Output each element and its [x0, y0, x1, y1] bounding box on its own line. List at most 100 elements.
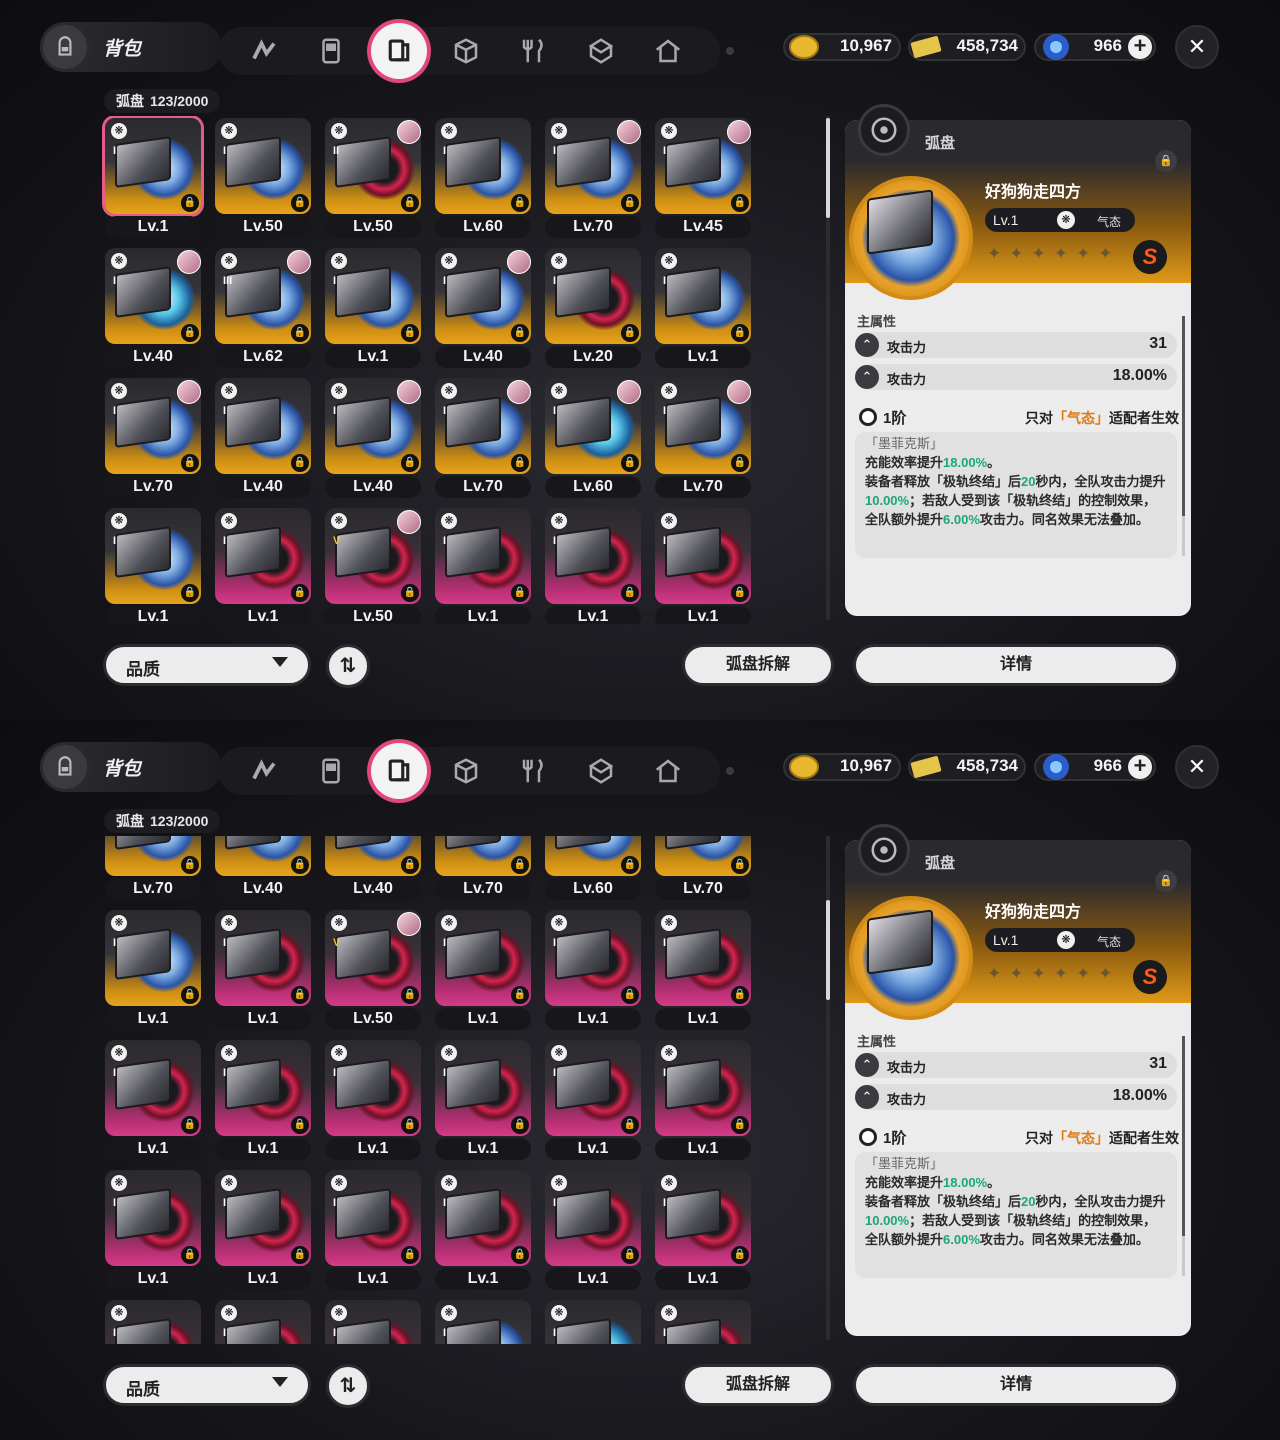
disc-card[interactable]: ❋ I 🔒 Lv.1: [655, 1040, 751, 1162]
disc-card[interactable]: ❋ I 🔒 Lv.50: [215, 118, 311, 240]
sort-button[interactable]: ⇅: [326, 1364, 370, 1408]
agent-icon[interactable]: [244, 31, 284, 71]
close-button[interactable]: ✕: [1175, 745, 1219, 789]
details-button[interactable]: 详情: [853, 1364, 1179, 1406]
disc-card[interactable]: ❋I🔒: [435, 1300, 531, 1344]
detail-scroll-thumb[interactable]: [1182, 316, 1185, 516]
disc-thumbnail: ❋ I 🔒: [435, 1170, 531, 1266]
disc-card[interactable]: ❋ I 🔒 Lv.1: [435, 1170, 531, 1292]
disc-card[interactable]: ❋I🔒: [105, 1300, 201, 1344]
disc-card[interactable]: 🔒 Lv.60: [545, 836, 641, 902]
disc-level: Lv.1: [105, 1138, 201, 1160]
package-icon[interactable]: [581, 751, 621, 791]
page-title: 背包: [103, 39, 142, 60]
gameboy-icon[interactable]: [311, 751, 351, 791]
disc-card[interactable]: ❋ I 🔒 Lv.1: [215, 910, 311, 1032]
disc-card[interactable]: ❋ I 🔒 Lv.40: [105, 248, 201, 370]
disc-card[interactable]: ❋ I 🔒 Lv.1: [435, 508, 531, 624]
grid-scroll-thumb[interactable]: [826, 118, 830, 218]
disc-card[interactable]: ❋ I 🔒 Lv.1: [325, 1170, 421, 1292]
disc-card[interactable]: ❋ I 🔒 Lv.60: [545, 378, 641, 500]
equipped-agent-avatar: [617, 120, 641, 144]
disc-card[interactable]: ❋ II 🔒 Lv.50: [325, 118, 421, 240]
disc-card[interactable]: ❋ I 🔒 Lv.1: [105, 118, 201, 240]
house-icon[interactable]: [648, 751, 688, 791]
disc-card[interactable]: ❋I🔒: [325, 1300, 421, 1344]
disc-card[interactable]: 🔒 Lv.40: [325, 836, 421, 902]
disc-card[interactable]: 🔒 Lv.70: [435, 836, 531, 902]
sort-button[interactable]: ⇅: [326, 644, 370, 688]
disc-card[interactable]: ❋ I 🔒 Lv.1: [655, 1170, 751, 1292]
disc-card[interactable]: ❋ I 🔒 Lv.70: [435, 378, 531, 500]
cube-icon[interactable]: [446, 31, 486, 71]
disc-card[interactable]: ❋ I 🔒 Lv.1: [545, 508, 641, 624]
disc-case-art: [665, 396, 721, 448]
disc-card[interactable]: ❋ I 🔒 Lv.1: [215, 1040, 311, 1162]
disc-card[interactable]: ❋ I 🔒 Lv.20: [545, 248, 641, 370]
house-icon[interactable]: [648, 31, 688, 71]
lock-toggle-icon[interactable]: 🔒: [1155, 150, 1177, 172]
disc-card[interactable]: ❋ I 🔒 Lv.1: [215, 508, 311, 624]
dismantle-button[interactable]: 弧盘拆解: [682, 644, 834, 686]
rank-label: I: [113, 405, 117, 417]
lock-toggle-icon[interactable]: 🔒: [1155, 870, 1177, 892]
details-button[interactable]: 详情: [853, 644, 1179, 686]
detail-scroll-thumb[interactable]: [1182, 1036, 1185, 1236]
rank-label: I: [443, 1067, 447, 1079]
disc-card[interactable]: ❋I🔒: [215, 1300, 311, 1344]
add-currency-button[interactable]: +: [1128, 35, 1152, 59]
disc-card[interactable]: ❋ I 🔒 Lv.1: [105, 508, 201, 624]
fork-knife-icon[interactable]: [514, 31, 554, 71]
disc-card[interactable]: ❋ III 🔒 Lv.62: [215, 248, 311, 370]
disc-card[interactable]: 🔒 Lv.40: [215, 836, 311, 902]
agent-icon[interactable]: [244, 751, 284, 791]
disc-case-icon[interactable]: [371, 23, 427, 79]
package-icon[interactable]: [581, 31, 621, 71]
disc-card[interactable]: ❋ I 🔒 Lv.70: [545, 118, 641, 240]
add-currency-button[interactable]: +: [1128, 755, 1152, 779]
disc-card[interactable]: ❋ I 🔒 Lv.60: [435, 118, 531, 240]
grid-scroll-thumb[interactable]: [826, 900, 830, 1000]
disc-card[interactable]: ❋ I 🔒 Lv.1: [655, 508, 751, 624]
disc-card[interactable]: ❋ I 🔒 Lv.1: [215, 1170, 311, 1292]
disc-case-art: [555, 1058, 611, 1110]
disc-card[interactable]: ❋ I 🔒 Lv.1: [435, 1040, 531, 1162]
disc-card[interactable]: ❋ I 🔒 Lv.70: [655, 378, 751, 500]
gold-amount: 10,967: [840, 756, 892, 775]
disc-card[interactable]: ❋I🔒: [545, 1300, 641, 1344]
disc-name: 好狗狗走四方: [985, 184, 1082, 201]
disc-card[interactable]: ❋ V 🔒 Lv.50: [325, 508, 421, 624]
close-button[interactable]: ✕: [1175, 25, 1219, 69]
disc-card[interactable]: ❋ I 🔒 Lv.45: [655, 118, 751, 240]
rank-label: I: [223, 1197, 227, 1209]
disc-card[interactable]: ❋ I 🔒 Lv.1: [545, 1170, 641, 1292]
disc-card[interactable]: ❋ I 🔒 Lv.1: [105, 910, 201, 1032]
disc-thumbnail: ❋ I 🔒: [435, 910, 531, 1006]
disc-level: Lv.40: [215, 476, 311, 498]
fork-knife-icon[interactable]: [514, 751, 554, 791]
attribute-icon: ❋: [441, 253, 457, 269]
disc-card[interactable]: 🔒 Lv.70: [105, 836, 201, 902]
disc-card[interactable]: ❋ I 🔒 Lv.1: [545, 1040, 641, 1162]
disc-case-art: [115, 266, 171, 318]
disc-card[interactable]: 🔒 Lv.70: [655, 836, 751, 902]
disc-card[interactable]: ❋ I 🔒 Lv.1: [435, 910, 531, 1032]
disc-card[interactable]: ❋ I 🔒 Lv.40: [325, 378, 421, 500]
disc-card[interactable]: ❋ I 🔒 Lv.40: [215, 378, 311, 500]
disc-card[interactable]: ❋ I 🔒 Lv.1: [655, 910, 751, 1032]
dismantle-button[interactable]: 弧盘拆解: [682, 1364, 834, 1406]
disc-card[interactable]: ❋ I 🔒 Lv.1: [545, 910, 641, 1032]
disc-card[interactable]: ❋ I 🔒 Lv.1: [325, 248, 421, 370]
disc-card[interactable]: ❋ I 🔒 Lv.70: [105, 378, 201, 500]
disc-card[interactable]: ❋ I 🔒 Lv.1: [105, 1040, 201, 1162]
disc-card[interactable]: ❋ I 🔒 Lv.1: [105, 1170, 201, 1292]
disc-card[interactable]: ❋ I 🔒 Lv.1: [325, 1040, 421, 1162]
disc-card[interactable]: ❋ I 🔒 Lv.40: [435, 248, 531, 370]
disc-card[interactable]: ❋ I 🔒 Lv.1: [655, 248, 751, 370]
gameboy-icon[interactable]: [311, 31, 351, 71]
disc-level: Lv.40: [105, 346, 201, 368]
cube-icon[interactable]: [446, 751, 486, 791]
disc-card[interactable]: ❋ V 🔒 Lv.50: [325, 910, 421, 1032]
disc-case-icon[interactable]: [371, 743, 427, 799]
disc-card[interactable]: ❋I🔒: [655, 1300, 751, 1344]
